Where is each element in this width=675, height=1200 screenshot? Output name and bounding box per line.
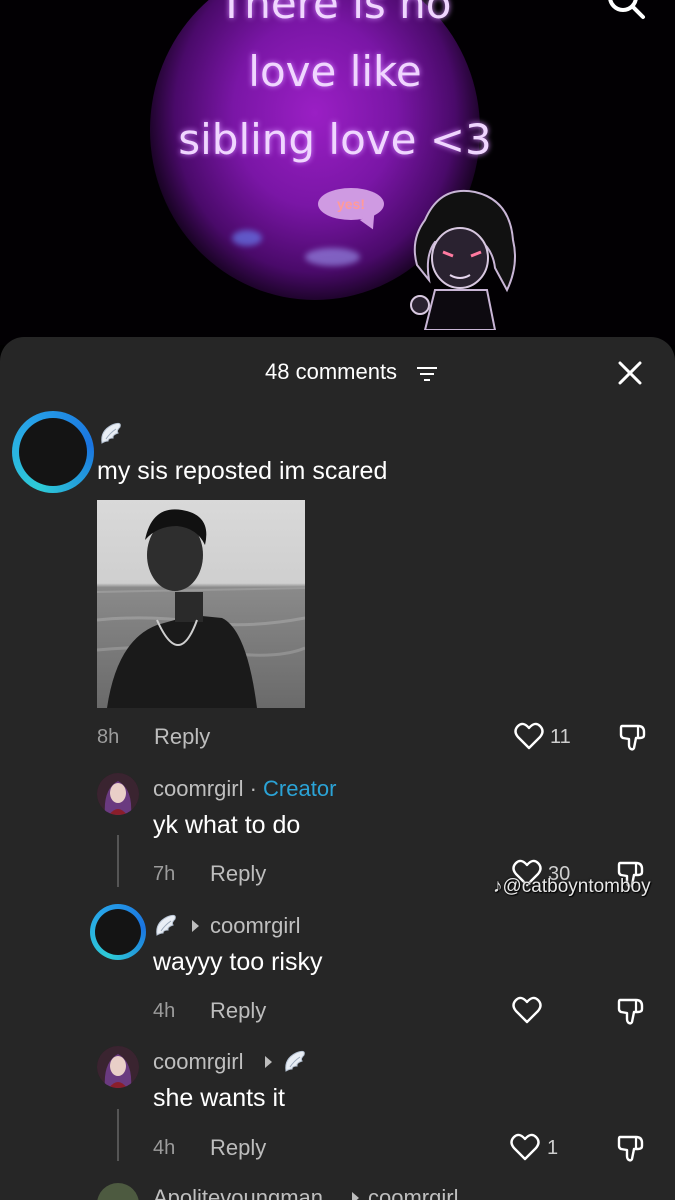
video-blur-shape [232,230,262,246]
reply-button[interactable]: Reply [154,724,210,750]
video-caption-line-1: There is no [218,0,452,28]
creator-badge: Creator [263,776,337,801]
comment-text: wayyy too risky [153,948,323,976]
comment-time: 4h [153,1137,176,1159]
heart-icon[interactable] [514,722,544,750]
video-caption-line-3: sibling love <3 [178,115,492,164]
dislike-icon[interactable] [616,996,646,1026]
dislike-icon[interactable] [618,722,648,752]
reply-button[interactable]: Reply [210,1135,266,1161]
comment-text: my sis reposted im scared [97,457,388,485]
heart-icon[interactable] [512,996,542,1024]
reply-arrow-icon [192,920,199,932]
person-photo [97,500,305,708]
thread-line [117,1109,119,1161]
watermark: ♪@catboyntomboy [493,876,651,897]
comment-count: 48 comments [265,359,398,384]
reply-arrow-icon [352,1192,359,1200]
angel-wing-icon [156,914,176,936]
avatar[interactable] [97,1046,139,1088]
comments-header: 48 comments [0,337,675,407]
search-icon[interactable] [606,0,646,20]
avatar[interactable] [90,904,146,960]
comment-time: 4h [153,1000,176,1022]
dislike-icon[interactable] [616,1133,646,1163]
like-count: 1 [547,1137,559,1159]
avatar[interactable] [97,1183,139,1200]
comment-image[interactable] [97,500,305,708]
reply-arrow-icon [265,1056,272,1068]
angel-wing-icon [285,1050,305,1072]
speech-bubble-sticker: yes! [318,188,384,220]
avatar[interactable] [12,411,94,493]
avatar[interactable] [97,773,139,815]
username[interactable]: coomrgirl · Creator [153,776,336,802]
reply-to-username[interactable]: coomrgirl [210,913,300,939]
angel-wing-icon [101,422,121,444]
thread-line [117,835,119,887]
cartoon-character-image [410,189,516,330]
like-count: 11 [550,726,571,748]
username[interactable]: Apolitevoungman [153,1185,323,1200]
reply-button[interactable]: Reply [210,861,266,887]
comment-time: 8h [97,726,120,748]
tiktok-logo-icon: ♪ [493,876,503,897]
comment-text: she wants it [153,1084,286,1112]
close-icon[interactable] [616,359,644,387]
heart-icon[interactable] [510,1133,540,1161]
video-caption-line-2: love like [248,47,422,96]
comment-time: 7h [153,863,176,885]
filter-icon[interactable] [416,365,438,383]
reply-to-username[interactable]: coomrgirl [368,1185,458,1200]
comments-sheet: 48 comments my sis reposted im scared 8h… [0,337,675,1200]
username[interactable]: coomrgirl [153,1049,243,1075]
reply-button[interactable]: Reply [210,998,266,1024]
video-player[interactable]: There is no love like sibling love <3 ye… [0,0,675,345]
comment-text: yk what to do [153,811,301,839]
video-blur-shape [305,248,360,266]
